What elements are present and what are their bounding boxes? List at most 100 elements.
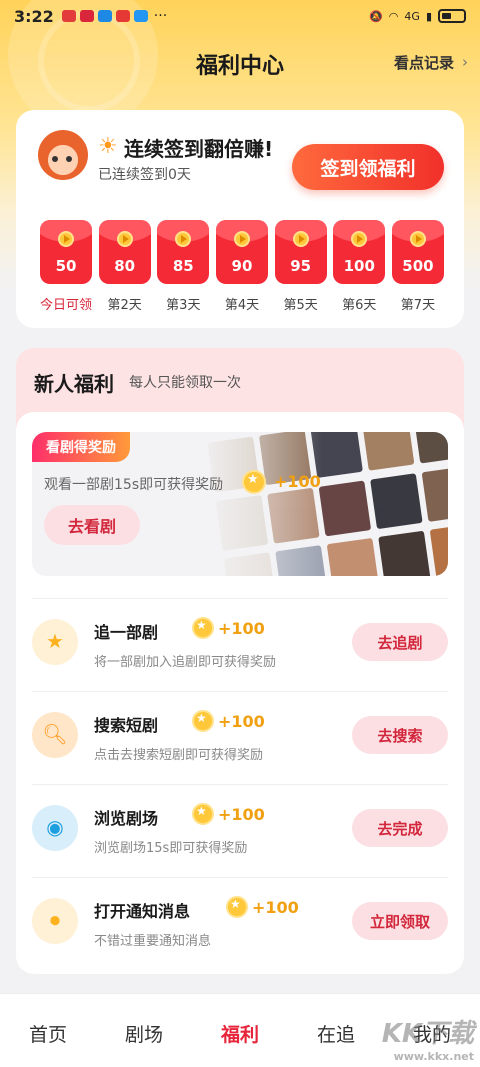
- coin-icon: [233, 231, 250, 247]
- day-label: 第6天: [342, 298, 377, 313]
- more-notifications-icon: ···: [153, 8, 168, 24]
- notification-app-icon: [61, 10, 76, 22]
- coin-icon: [116, 231, 133, 247]
- task-item: ★ 追一部剧 +100 将一部剧加入追剧即可获得奖励 去追剧: [32, 598, 448, 690]
- task-item: ⏺ 打开通知消息 +100 不错过重要通知消息 立即领取: [32, 877, 448, 969]
- red-envelope-icon: 500: [391, 220, 444, 284]
- newbie-subtitle: 每人只能领取一次: [129, 375, 241, 391]
- coin-icon: [409, 231, 426, 247]
- checkin-day[interactable]: 500 第7天: [391, 220, 444, 313]
- checkin-subtitle: 已连续签到0天: [98, 167, 191, 183]
- red-envelope-icon: 100: [333, 220, 386, 284]
- notification-app-icon: [133, 10, 148, 22]
- status-time: 3:22: [14, 6, 54, 26]
- banner-fade: [182, 432, 322, 576]
- newbie-card: 看剧得奖励 观看一部剧15s即可获得奖励 +100 去看剧 ★ 追一部剧 +10…: [16, 412, 464, 974]
- checkin-day[interactable]: 100 第6天: [333, 220, 386, 313]
- watermark-url: www.kkx.net: [393, 1050, 474, 1063]
- watch-banner[interactable]: 看剧得奖励 观看一部剧15s即可获得奖励 +100 去看剧: [32, 432, 448, 576]
- day-reward: 50: [55, 257, 77, 275]
- task-button[interactable]: 去完成: [352, 809, 448, 847]
- notification-app-icon: [79, 10, 94, 22]
- coin-icon: [292, 231, 309, 247]
- checkin-day[interactable]: 50 今日可领: [40, 220, 92, 313]
- bottom-tab-bar: 首页 剧场 福利 在追 我的 KK下载 www.kkx.net: [0, 993, 480, 1067]
- task-name: 追一部剧: [94, 623, 159, 642]
- day-label: 第7天: [400, 298, 436, 313]
- tab-welfare[interactable]: 福利: [192, 994, 288, 1067]
- red-envelope-icon: 85: [157, 220, 210, 284]
- battery-icon: [438, 9, 466, 23]
- task-button[interactable]: 去追剧: [352, 623, 448, 661]
- watermark-brand: KK下载: [381, 1019, 474, 1049]
- sun-icon: ☀: [98, 134, 118, 159]
- task-desc: 不错过重要通知消息: [94, 934, 212, 949]
- task-name: 浏览剧场: [94, 809, 159, 828]
- record-link[interactable]: 看点记录: [394, 52, 454, 73]
- task-button[interactable]: 去搜索: [352, 716, 448, 754]
- checkin-button[interactable]: 签到领福利: [292, 144, 444, 190]
- checkin-day[interactable]: 80 第2天: [98, 220, 151, 313]
- checkin-day[interactable]: 90 第4天: [215, 220, 268, 313]
- toggle-icon: ⏺: [32, 898, 78, 944]
- coin-icon: [192, 617, 214, 639]
- day-reward: 85: [172, 257, 194, 275]
- task-reward: +100: [218, 712, 265, 731]
- checkin-days: 50 今日可领 80 第2天 85 第3天 90 第4天 95 第5天 100 …: [40, 220, 444, 313]
- chevron-right-icon[interactable]: ›: [462, 53, 468, 71]
- notification-app-icon: [97, 10, 112, 22]
- mute-icon: 🔕: [369, 9, 383, 23]
- task-item: ◉ 浏览剧场 +100 浏览剧场15s即可获得奖励 去完成: [32, 784, 448, 876]
- newbie-title: 新人福利: [34, 372, 114, 396]
- day-label: 第4天: [224, 298, 260, 313]
- task-reward: +100: [218, 805, 265, 824]
- checkin-title: 连续签到翻倍赚!: [124, 137, 274, 161]
- checkin-day[interactable]: 95 第5天: [274, 220, 327, 313]
- wifi-icon: ◠: [388, 9, 399, 23]
- coin-icon: [192, 803, 214, 825]
- day-reward: 90: [231, 257, 253, 275]
- task-name: 打开通知消息: [94, 902, 191, 921]
- tab-theater[interactable]: 剧场: [96, 994, 192, 1067]
- star-icon: ★: [32, 619, 78, 665]
- watermark: KK下载 www.kkx.net: [382, 1013, 474, 1063]
- coin-icon: [175, 231, 192, 247]
- task-desc: 将一部剧加入追剧即可获得奖励: [94, 655, 277, 670]
- coin-icon: [242, 470, 266, 494]
- task-reward: +100: [218, 619, 265, 638]
- day-reward: 95: [290, 257, 312, 275]
- day-reward: 500: [402, 257, 434, 275]
- red-envelope-icon: 95: [274, 220, 327, 284]
- day-label: 第5天: [283, 298, 318, 313]
- banner-reward: +100: [274, 472, 321, 491]
- day-label: 今日可领: [40, 298, 93, 313]
- task-desc: 点击去搜索短剧即可获得奖励: [94, 748, 264, 763]
- task-desc: 浏览剧场15s即可获得奖励: [94, 841, 248, 856]
- coin-icon: [58, 231, 74, 247]
- checkin-day[interactable]: 85 第3天: [157, 220, 210, 313]
- title-bar: 福利中心 看点记录 ›: [0, 40, 480, 84]
- status-bar: 3:22 ··· 🔕 ◠ 4G ▮: [0, 0, 480, 32]
- day-label: 第2天: [107, 298, 142, 313]
- task-button[interactable]: 立即领取: [352, 902, 448, 940]
- search-icon: 🔍︎: [32, 712, 78, 758]
- eye-icon: ◉: [32, 805, 78, 851]
- checkin-card: ☀ 连续签到翻倍赚! 已连续签到0天 签到领福利 50 今日可领 80 第2天 …: [16, 110, 464, 328]
- notification-app-icon: [115, 10, 130, 22]
- mascot-avatar: [38, 130, 88, 180]
- signal-icon: ▮: [425, 9, 432, 23]
- task-reward: +100: [252, 898, 299, 917]
- task-name: 搜索短剧: [94, 716, 159, 735]
- newbie-section: 新人福利 每人只能领取一次 看剧得奖励 观看一部剧15s即可获得奖励 +100 …: [16, 348, 464, 974]
- day-label: 第3天: [166, 298, 201, 313]
- watch-drama-button[interactable]: 去看剧: [44, 505, 140, 545]
- tab-following[interactable]: 在追: [288, 994, 384, 1067]
- red-envelope-icon: 80: [98, 220, 151, 284]
- coin-icon: [192, 710, 214, 732]
- tab-home[interactable]: 首页: [0, 994, 96, 1067]
- coin-icon: [351, 231, 368, 247]
- coin-icon: [226, 896, 248, 918]
- day-reward: 100: [343, 257, 375, 275]
- red-envelope-icon: 50: [40, 220, 92, 284]
- day-reward: 80: [114, 257, 136, 275]
